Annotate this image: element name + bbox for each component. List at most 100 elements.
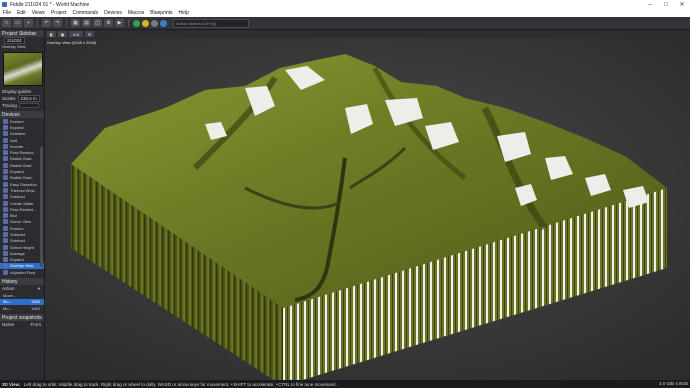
display-guides-label: Display guides: [2, 89, 32, 94]
history-item[interactable]: Mo... 1683: [0, 305, 44, 311]
build-icon[interactable]: [133, 19, 140, 27]
device-label: Subtract: [10, 194, 25, 200]
menu-blueprints[interactable]: Blueprints: [147, 10, 175, 16]
view-3d-icon[interactable]: ◧: [47, 31, 56, 37]
device-icon: [3, 219, 8, 225]
save-icon[interactable]: ▪: [24, 19, 33, 27]
snapshots-title: Project snapshots: [0, 314, 44, 322]
menu-file[interactable]: File: [0, 10, 14, 16]
device-label: Subtract: [10, 231, 25, 237]
device-icon: [3, 143, 8, 149]
project-sidebar: Project Sidebar 211024 Overlay View Disp…: [0, 30, 45, 380]
action-search-input[interactable]: Action Search (Ctrl+Q): [173, 18, 249, 28]
device-icon: [3, 156, 8, 162]
view-2d-icon[interactable]: ▣: [58, 31, 67, 37]
device-label: Erosion: [10, 118, 24, 124]
toolbar: □ ▭ ▪ ↶ ↷ ▦ ▤ ◫ ⚙ ▶ Action Search (Ctrl+…: [0, 17, 690, 30]
render-icon[interactable]: ▶: [115, 19, 124, 27]
sidebar-title: Project Sidebar: [0, 30, 44, 37]
history-dropdown-icon[interactable]: ▾: [38, 286, 40, 292]
menu-macros[interactable]: Macros: [125, 10, 147, 16]
viewport-settings-icon[interactable]: ⚙: [85, 31, 94, 37]
device-icon: [3, 200, 8, 206]
device-icon: [3, 150, 8, 156]
status-bar: 3D View: Left drag to orbit. Middle drag…: [0, 380, 690, 388]
device-icon: [3, 231, 8, 237]
device-label: Overlay View: [10, 263, 34, 269]
menu-views[interactable]: Views: [29, 10, 48, 16]
device-list-scrollbar[interactable]: [40, 147, 43, 267]
device-icon: [3, 169, 8, 175]
menu-devices[interactable]: Devices: [101, 10, 125, 16]
terrain-render[interactable]: [45, 38, 690, 380]
viewport-label: Overlay View (2048 x 2048): [47, 40, 97, 45]
device-icon: [3, 187, 8, 193]
device-icon: [3, 225, 8, 231]
menu-bar: File Edit Views Project Commands Devices…: [0, 9, 690, 17]
window-title: Fiddle 211024 01 * - World Machine: [10, 1, 90, 8]
globe-icon[interactable]: [160, 19, 167, 27]
device-label: Erosion: [10, 225, 24, 231]
menu-edit[interactable]: Edit: [14, 10, 29, 16]
menu-help[interactable]: Help: [176, 10, 192, 16]
project-name-field[interactable]: 211024: [4, 37, 25, 44]
history-title: History: [0, 278, 44, 286]
device-icon: [3, 137, 8, 143]
app-icon: [2, 2, 7, 7]
tracing-label: Tracing: [2, 103, 17, 108]
device-label: Expand: [10, 124, 24, 130]
stop-build-icon[interactable]: [151, 19, 158, 27]
build-region-icon[interactable]: [142, 19, 149, 27]
device-label: Flow Restrict...: [10, 206, 37, 212]
device-item[interactable]: Adjusted Flow: [0, 269, 44, 275]
status-mode: 3D View:: [2, 381, 21, 387]
close-button[interactable]: ✕: [674, 0, 690, 9]
device-icon: [3, 244, 8, 250]
device-icon: [3, 213, 8, 219]
scales-label: Scales: [2, 96, 16, 101]
device-label: Blur: [10, 213, 18, 219]
new-project-icon[interactable]: □: [2, 19, 11, 27]
memory-indicator: 3.0 GiB 4.8GB: [658, 381, 688, 386]
maximize-button[interactable]: □: [658, 0, 674, 9]
device-label: Scene View: [10, 219, 32, 225]
overlay-thumbnail[interactable]: [3, 52, 43, 86]
device-label: Radial Grad.: [10, 156, 33, 162]
overlay-label: Overlay View: [2, 44, 26, 49]
device-label: Expand: [10, 257, 24, 263]
title-bar: Fiddle 211024 01 * - World Machine – □ ✕: [0, 0, 690, 9]
snapshot-name-header: Name: [2, 322, 15, 328]
device-icon: [3, 269, 8, 275]
viewport-toolbar: ◧ ▣ A B ⚙: [45, 30, 690, 38]
toolbar-divider: [66, 19, 67, 27]
minimize-button[interactable]: –: [642, 0, 658, 9]
layout-view-icon[interactable]: ▤: [82, 19, 91, 27]
tracing-toggle[interactable]: [18, 103, 39, 108]
redo-icon[interactable]: ↷: [53, 19, 62, 27]
device-icon: [3, 250, 8, 256]
device-label: Radial Grad.: [10, 162, 33, 168]
device-icon: [3, 263, 8, 269]
device-label: Easy Distortion: [10, 181, 37, 187]
device-list: Erosion Expand Gradient Add Inverter Flow Res…: [0, 118, 44, 275]
device-view-icon[interactable]: ▦: [71, 19, 80, 27]
menu-commands[interactable]: Commands: [70, 10, 102, 16]
open-folder-icon[interactable]: ▭: [13, 19, 22, 27]
ab-toggle[interactable]: A B: [69, 31, 83, 37]
undo-icon[interactable]: ↶: [42, 19, 51, 27]
device-icon: [3, 118, 8, 124]
menu-project[interactable]: Project: [48, 10, 70, 16]
device-icon: [3, 238, 8, 244]
device-label: Thermal Wea...: [10, 187, 38, 193]
settings-icon[interactable]: ⚙: [104, 19, 113, 27]
device-label: Average: [10, 250, 25, 256]
device-label: Select Height: [10, 244, 34, 250]
explorer-icon[interactable]: ◫: [93, 19, 102, 27]
scales-value[interactable]: 236.6 m: [17, 95, 40, 102]
device-label: Inverter: [10, 143, 24, 149]
device-icon: [3, 181, 8, 187]
device-label: Flow Restrict...: [10, 150, 37, 156]
3d-viewport[interactable]: Overlay View (2048 x 2048): [45, 38, 690, 380]
device-label: Radial Grad.: [10, 175, 33, 181]
device-label: Add: [10, 137, 18, 143]
